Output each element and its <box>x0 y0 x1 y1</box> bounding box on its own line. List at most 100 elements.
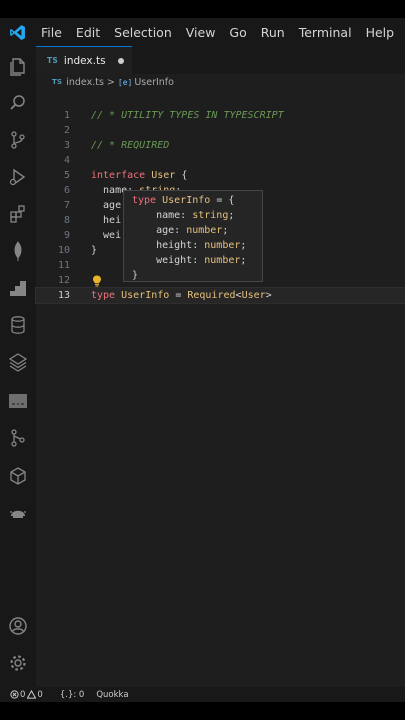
error-icon <box>10 690 19 699</box>
error-count: 0 <box>20 689 26 700</box>
line-code: interface User { <box>91 168 187 183</box>
env-icon[interactable] <box>8 391 28 411</box>
menu-edit[interactable]: Edit <box>69 25 107 40</box>
menu-view[interactable]: View <box>179 25 223 40</box>
mongodb-icon[interactable] <box>8 241 28 261</box>
line-number: 11 <box>57 260 70 271</box>
line-code: age <box>91 198 121 213</box>
menu-selection[interactable]: Selection <box>107 25 179 40</box>
tab-index-ts[interactable]: TS index.ts <box>36 46 132 74</box>
explorer-icon[interactable] <box>8 56 28 76</box>
breadcrumb-symbol[interactable]: UserInfo <box>134 77 174 88</box>
vscode-window: File Edit Selection View Go Run Terminal… <box>0 18 405 702</box>
code-token: wei <box>91 230 122 241</box>
bracket-count[interactable]: {.}: 0 <box>60 690 85 700</box>
code-token: ; <box>228 210 235 221</box>
code-token: number <box>204 240 241 251</box>
code-token: } <box>91 245 98 256</box>
code-token: UserInfo <box>162 195 211 206</box>
line-code: wei <box>91 228 121 243</box>
menu-run[interactable]: Run <box>254 25 292 40</box>
code-token: = <box>169 290 188 301</box>
extensions-icon[interactable] <box>8 204 28 224</box>
tab-label: index.ts <box>63 54 106 67</box>
menu-go[interactable]: Go <box>222 25 253 40</box>
vscode-logo-icon <box>0 24 34 41</box>
line-number: 9 <box>63 230 70 241</box>
menu-help[interactable]: Help <box>359 25 402 40</box>
line-code: // * UTILITY TYPES IN TYPESCRIPT <box>91 108 284 123</box>
code-line[interactable]: 3 // * REQUIRED <box>36 138 405 153</box>
problems-indicator[interactable]: 0 0 <box>10 690 43 700</box>
code-token: type <box>132 195 157 206</box>
code-token: User <box>241 290 266 301</box>
code-line[interactable]: 13 type UserInfo = Required<User> <box>35 287 405 304</box>
hover-line: height: number; <box>132 238 246 253</box>
git-graph-icon[interactable] <box>8 428 28 448</box>
code-token: name <box>91 185 128 196</box>
breadcrumb-separator: > <box>106 76 115 88</box>
line-number: 3 <box>63 140 70 151</box>
line-number: 7 <box>63 200 70 211</box>
line-number: 2 <box>63 125 70 136</box>
source-control-icon[interactable] <box>8 130 28 150</box>
code-line[interactable]: 2 <box>36 123 405 138</box>
line-code: // * REQUIRED <box>91 138 169 153</box>
code-line[interactable]: 1 // * UTILITY TYPES IN TYPESCRIPT <box>36 108 405 123</box>
hover-line: name: string; <box>132 208 234 223</box>
code-token: type <box>91 290 116 301</box>
code-token: : <box>192 240 205 251</box>
code-token: weight <box>132 255 193 266</box>
search-icon[interactable] <box>8 93 28 113</box>
code-token: number <box>204 255 241 266</box>
code-token: age <box>91 200 122 211</box>
line-number: 13 <box>57 290 70 301</box>
cube-icon[interactable] <box>8 466 28 486</box>
line-number: 5 <box>63 170 70 181</box>
layers-icon[interactable] <box>8 352 28 372</box>
database-icon[interactable] <box>8 315 28 335</box>
code-line[interactable]: 5 interface User { <box>36 168 405 183</box>
stairs-icon[interactable] <box>8 278 28 298</box>
line-number: 8 <box>63 215 70 226</box>
menu-bar: File Edit Selection View Go Run Terminal… <box>0 18 405 46</box>
menu-terminal[interactable]: Terminal <box>292 25 359 40</box>
code-editor[interactable]: 1 // * UTILITY TYPES IN TYPESCRIPT 2 3 // * … <box>35 90 405 687</box>
line-code: } <box>91 243 97 258</box>
line-code: type UserInfo = Required<User> <box>91 288 272 303</box>
line-number: 1 <box>63 110 70 121</box>
code-token: UserInfo <box>121 290 170 301</box>
code-token: > <box>265 290 272 301</box>
account-icon[interactable] <box>8 616 28 636</box>
code-token: // * REQUIRED <box>91 140 170 151</box>
breadcrumb-file[interactable]: index.ts <box>66 77 104 88</box>
typescript-file-icon: TS <box>47 56 58 65</box>
code-token: Required <box>187 290 236 301</box>
typescript-file-icon: TS <box>52 78 63 86</box>
menu-file[interactable]: File <box>34 25 69 40</box>
quokka-status[interactable]: Quokka <box>96 690 128 700</box>
code-token: age <box>132 225 175 236</box>
code-token: ; <box>240 240 247 251</box>
code-token: // * UTILITY TYPES IN TYPESCRIPT <box>91 110 284 121</box>
code-token: : <box>180 210 193 221</box>
settings-gear-icon[interactable] <box>8 653 28 673</box>
status-bar: 0 0 {.}: 0 Quokka <box>0 687 405 702</box>
code-token: : <box>174 225 187 236</box>
unsaved-dot-icon[interactable] <box>117 57 124 64</box>
line-number: 6 <box>63 185 70 196</box>
run-debug-icon[interactable] <box>8 167 28 187</box>
code-token: { <box>175 170 188 181</box>
line-number: 4 <box>63 155 70 166</box>
code-line[interactable]: 4 <box>36 153 405 168</box>
activity-bar <box>0 46 36 687</box>
hover-line: } <box>132 268 138 283</box>
editor-tab-bar: TS index.ts <box>36 46 405 74</box>
warning-count: 0 <box>37 689 43 700</box>
lightbulb-icon[interactable] <box>92 272 102 287</box>
code-token: string <box>192 210 229 221</box>
code-token: } <box>132 270 139 281</box>
remote-icon[interactable] <box>8 503 28 523</box>
code-token: ; <box>240 255 247 266</box>
code-token: : <box>192 255 205 266</box>
